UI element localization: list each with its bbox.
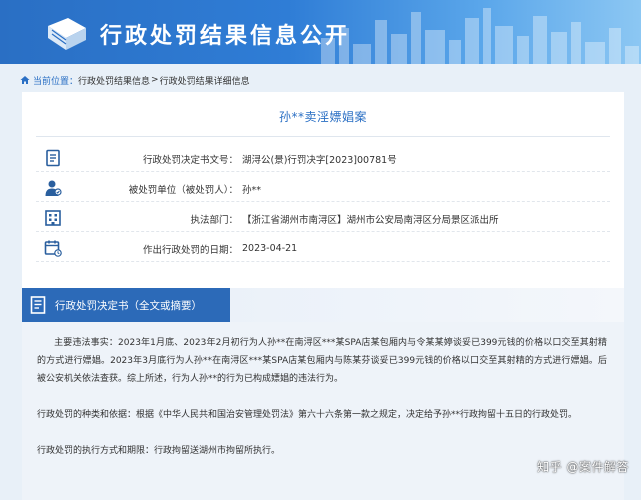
- decision-section-body: 主要违法事实：2023年1月底、2023年2月初行为人孙**在南浔区***某SP…: [22, 322, 624, 500]
- breadcrumb-item-detail[interactable]: 行政处罚结果详细信息: [160, 74, 250, 87]
- row-label: 行政处罚决定书文号：: [142, 154, 238, 166]
- building-icon: [45, 210, 61, 226]
- case-title: 孙**卖淫嫖娼案: [278, 110, 367, 124]
- row-value: 孙**: [242, 184, 262, 196]
- person-icon: [45, 180, 62, 196]
- decision-section-header: 行政处罚决定书（全文或摘要）: [22, 288, 624, 322]
- city-skyline-decoration: [321, 8, 639, 64]
- info-row-penalty-date: 作出行政处罚的日期： 2023-04-21: [36, 236, 610, 262]
- breadcrumb-label: 当前位置：: [33, 76, 79, 87]
- info-row-enforcement-department: 执法部门： 【浙江省湖州市南浔区】湖州市公安局南浔区分局景区派出所: [36, 206, 610, 232]
- watermark: 知乎 @案件解答: [537, 460, 629, 474]
- divider: [36, 136, 610, 137]
- case-detail-card: 孙**卖淫嫖娼案 行政处罚决定书文号： 湖浔公(景)行罚决字[2023]0078…: [22, 92, 624, 500]
- row-label: 被处罚单位（被处罚人）：: [128, 184, 238, 196]
- decision-section-tab: 行政处罚决定书（全文或摘要）: [22, 288, 230, 322]
- decision-execution-paragraph: 行政处罚的执行方式和期限：行政拘留送湖州市拘留所执行。: [37, 446, 281, 456]
- document-icon: [30, 296, 46, 314]
- breadcrumb-item-results[interactable]: 行政处罚结果信息: [78, 74, 150, 87]
- info-row-decision-number: 行政处罚决定书文号： 湖浔公(景)行罚决字[2023]00781号: [36, 146, 610, 172]
- calendar-icon: [44, 240, 62, 257]
- row-label: 执法部门：: [190, 214, 238, 226]
- decision-section-title: 行政处罚决定书（全文或摘要）: [55, 299, 202, 312]
- book-icon: [48, 18, 86, 50]
- header-banner: 行政处罚结果信息公开: [0, 0, 641, 64]
- home-icon: [20, 76, 30, 84]
- decision-basis-paragraph: 行政处罚的种类和依据：根据《中华人民共和国治安管理处罚法》第六十六条第一款之规定…: [37, 410, 578, 420]
- breadcrumb: 当前位置： 行政处罚结果信息 > 行政处罚结果详细信息: [20, 72, 250, 88]
- decision-facts-paragraph: 主要违法事实：2023年1月底、2023年2月初行为人孙**在南浔区***某SP…: [37, 338, 607, 384]
- row-value: 【浙江省湖州市南浔区】湖州市公安局南浔区分局景区派出所: [242, 214, 499, 226]
- info-row-penalized-party: 被处罚单位（被处罚人）： 孙**: [36, 176, 610, 202]
- row-value: 湖浔公(景)行罚决字[2023]00781号: [242, 154, 397, 166]
- row-label: 作出行政处罚的日期：: [142, 244, 238, 256]
- document-icon: [46, 149, 60, 167]
- breadcrumb-separator: >: [151, 75, 159, 85]
- row-value: 2023-04-21: [242, 243, 298, 254]
- page-title: 行政处罚结果信息公开: [100, 24, 351, 49]
